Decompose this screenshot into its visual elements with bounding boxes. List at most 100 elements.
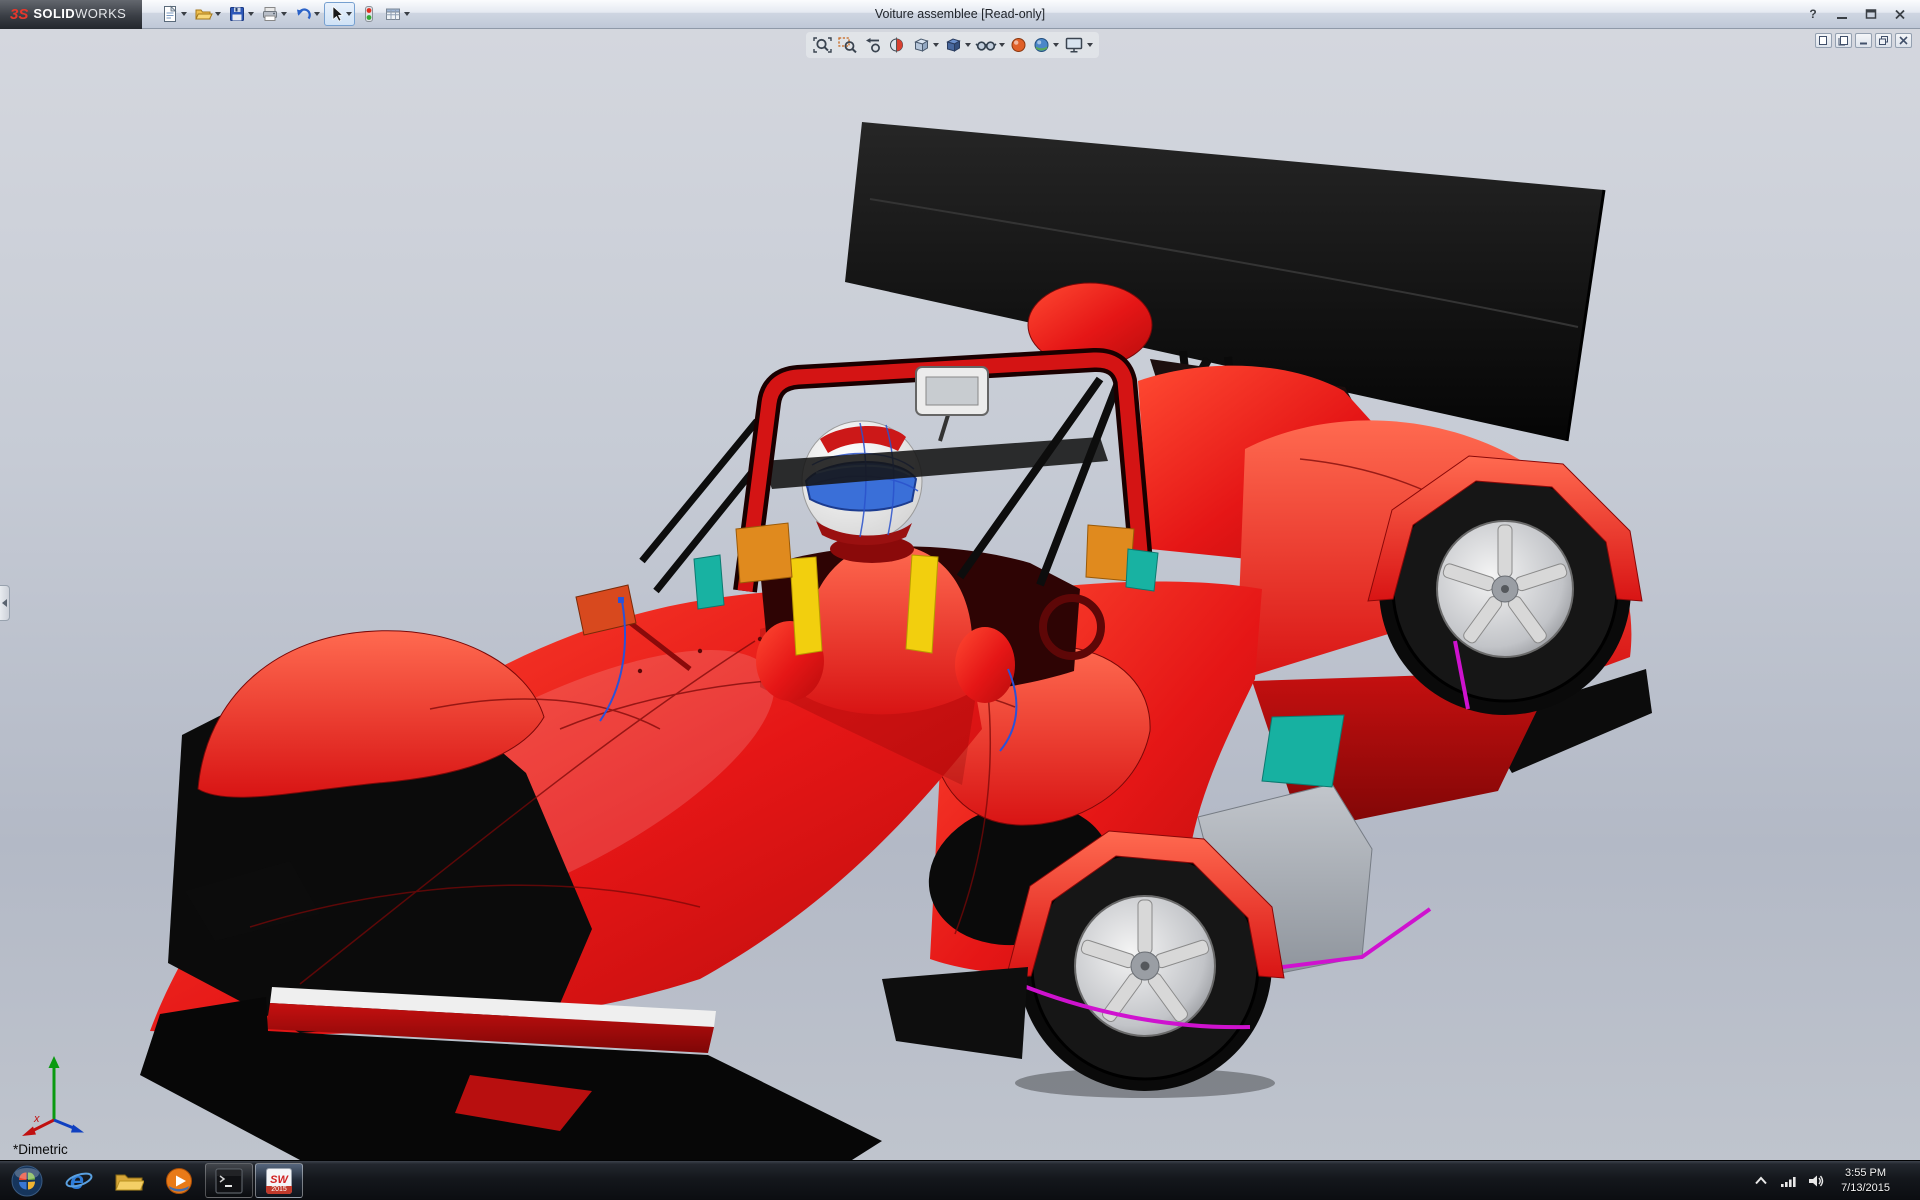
restore-document-icon	[1879, 36, 1888, 45]
edit-appearance-icon	[1011, 38, 1026, 52]
chevron-down-icon	[1053, 43, 1059, 47]
solidworks-app-icon: SW 2015	[266, 1167, 292, 1194]
display-style-icon	[946, 38, 961, 52]
volume-tray-icon[interactable]	[1806, 1172, 1824, 1190]
chevron-left-icon	[2, 599, 7, 607]
main-toolbar	[158, 2, 413, 26]
network-tray-icon[interactable]	[1779, 1172, 1797, 1190]
close-button[interactable]	[1892, 6, 1908, 22]
file-explorer-button[interactable]	[105, 1163, 153, 1198]
chevron-down-icon	[248, 12, 255, 16]
chevron-down-icon	[314, 12, 321, 16]
zoom-to-fit-button[interactable]	[811, 34, 834, 56]
close-icon	[1895, 9, 1905, 20]
save-button[interactable]	[225, 2, 257, 26]
new-document-icon	[164, 5, 177, 22]
system-tray: 3:55 PM 7/13/2015	[1752, 1161, 1920, 1200]
close-document-icon	[1899, 36, 1908, 45]
chevron-down-icon	[1087, 43, 1093, 47]
section-view-icon	[890, 37, 903, 53]
chevron-down-icon	[999, 43, 1005, 47]
apply-scene-icon	[1034, 38, 1049, 52]
chevron-down-icon	[281, 12, 288, 16]
next-window-button[interactable]	[1835, 33, 1852, 48]
view-settings-button[interactable]	[1062, 34, 1094, 56]
previous-view-icon	[866, 38, 880, 53]
view-orientation-label: *Dimetric	[13, 1142, 68, 1157]
clock-date: 7/13/2015	[1841, 1181, 1890, 1194]
chevron-down-icon	[181, 12, 188, 16]
restore-document-button[interactable]	[1875, 33, 1892, 48]
maximize-icon	[1865, 9, 1877, 19]
solidworks-logo: 3S SOLIDWORKS	[0, 0, 143, 29]
internet-explorer-icon: e	[65, 1167, 93, 1195]
chevron-down-icon	[215, 12, 222, 16]
chevron-down-icon	[346, 12, 353, 16]
speaker-icon	[1808, 1175, 1823, 1186]
zoom-to-area-button[interactable]	[836, 34, 859, 56]
display-style-button[interactable]	[942, 34, 972, 56]
minimize-document-icon	[1860, 42, 1867, 45]
chevron-down-icon	[933, 43, 939, 47]
graphics-area[interactable]: x *Dimetric	[0, 29, 1920, 1160]
print-button[interactable]	[258, 2, 290, 26]
taskbar: e SW 2015 3:55 PM 7/13/2015	[0, 1160, 1920, 1200]
minimize-icon	[1837, 17, 1847, 19]
heads-up-view-toolbar	[806, 32, 1099, 58]
section-view-button[interactable]	[886, 34, 908, 56]
brand-mark: 3S	[10, 5, 29, 23]
folder-icon	[115, 1174, 144, 1190]
rebuild-button[interactable]	[356, 2, 380, 26]
desktop: 3S SOLIDWORKS Voiture assemblee [Read-on…	[0, 0, 1920, 1200]
hide-show-items-button[interactable]	[974, 34, 1006, 56]
hide-show-items-icon	[975, 41, 997, 51]
previous-window-button[interactable]	[1815, 33, 1832, 48]
orientation-triad: x	[22, 1056, 84, 1136]
rear-view-mirror	[915, 366, 989, 442]
brand-works: WORKS	[75, 6, 127, 21]
open-button[interactable]	[191, 2, 224, 26]
close-document-button[interactable]	[1895, 33, 1912, 48]
window-title: Voiture assemblee [Read-only]	[874, 7, 1046, 21]
start-button[interactable]	[0, 1161, 54, 1200]
view-orientation-icon	[914, 38, 929, 52]
select-tool-button[interactable]	[324, 2, 356, 26]
car-model-3d[interactable]	[0, 29, 1920, 1160]
minimize-document-button[interactable]	[1855, 33, 1872, 48]
window-controls: ?	[1805, 6, 1920, 22]
network-signal-icon	[1780, 1176, 1796, 1187]
previous-view-button[interactable]	[861, 34, 884, 56]
new-document-button[interactable]	[158, 2, 190, 26]
triad-x-label: x	[33, 1113, 40, 1125]
windows-media-player-button[interactable]	[155, 1163, 203, 1198]
featuremanager-collapse-tab[interactable]	[0, 585, 10, 621]
next-window-icon	[1838, 36, 1848, 46]
taskbar-clock[interactable]: 3:55 PM 7/13/2015	[1833, 1166, 1898, 1195]
save-icon	[230, 7, 245, 21]
chevron-down-icon	[404, 12, 411, 16]
maximize-button[interactable]	[1863, 6, 1879, 22]
zoom-to-area-icon	[838, 37, 857, 54]
titlebar: 3S SOLIDWORKS Voiture assemblee [Read-on…	[0, 0, 1920, 29]
internet-explorer-button[interactable]: e	[55, 1163, 103, 1198]
clock-time: 3:55 PM	[1845, 1167, 1887, 1180]
minimize-button[interactable]	[1834, 6, 1850, 22]
hidden-icons-button[interactable]	[1752, 1172, 1770, 1190]
options-button[interactable]	[381, 2, 413, 26]
apply-scene-button[interactable]	[1031, 34, 1060, 56]
chevron-down-icon	[965, 43, 971, 47]
media-player-icon	[166, 1167, 192, 1194]
select-cursor-icon	[332, 5, 344, 22]
undo-icon	[297, 8, 312, 20]
view-settings-icon	[1065, 37, 1083, 53]
help-button[interactable]: ?	[1805, 6, 1821, 22]
previous-window-icon	[1819, 36, 1827, 45]
edit-appearance-button[interactable]	[1008, 34, 1029, 56]
open-folder-icon	[195, 9, 214, 20]
solidworks-taskbar-button[interactable]: SW 2015	[255, 1163, 303, 1198]
undo-button[interactable]	[291, 2, 323, 26]
windows-start-icon	[11, 1165, 43, 1196]
view-orientation-button[interactable]	[910, 34, 940, 56]
command-prompt-button[interactable]	[205, 1163, 253, 1198]
rebuild-icon	[365, 6, 374, 22]
